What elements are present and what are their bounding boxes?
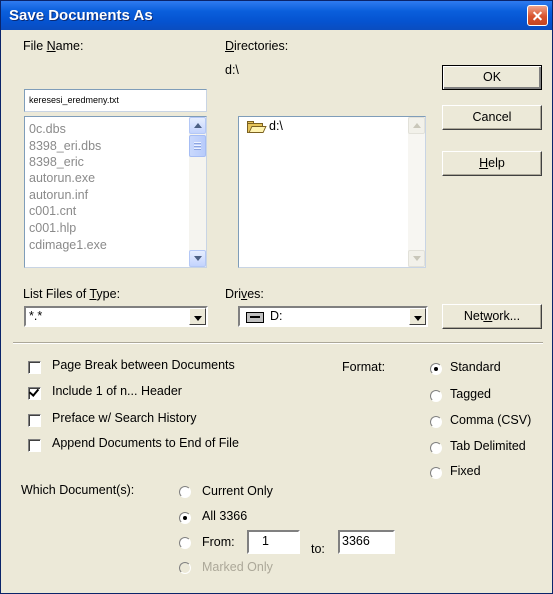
from-value: 1 [262, 534, 269, 548]
scroll-up-button[interactable] [189, 117, 206, 134]
format-tab-radio[interactable] [430, 442, 442, 454]
from-radio[interactable] [179, 537, 191, 549]
chevron-down-icon [414, 316, 422, 321]
radio-dot-icon [183, 516, 187, 520]
file-list-item[interactable]: c001.cnt [29, 204, 76, 218]
which-documents-label: Which Document(s): [21, 483, 135, 497]
directories-label: Directories: [225, 39, 289, 53]
from-input[interactable]: 1 [247, 530, 300, 554]
all-documents-label: All 3366 [202, 509, 248, 523]
directory-item-label: d:\ [269, 119, 283, 133]
scroll-down-button[interactable] [189, 250, 206, 267]
file-list-item[interactable]: autorun.inf [29, 188, 88, 202]
cancel-button[interactable]: Cancel [442, 105, 542, 130]
file-list-item[interactable]: c001.hlp [29, 221, 76, 235]
to-label: to: [311, 542, 325, 556]
format-fixed-label: Fixed [450, 464, 481, 478]
dialog-title: Save Documents As [9, 7, 153, 24]
drives-dropdown-button[interactable] [409, 308, 426, 325]
file-name-label: File Name: [23, 39, 84, 53]
append-documents-checkbox[interactable] [28, 439, 41, 452]
chevron-down-icon [413, 256, 421, 261]
file-list[interactable]: 0c.dbs 8398_eri.dbs 8398_eric autorun.ex… [24, 116, 207, 268]
drives-label: Drives: [225, 287, 264, 301]
file-name-value: keresesi_eredmeny.txt [29, 95, 119, 105]
all-documents-radio[interactable] [179, 512, 191, 524]
ok-button[interactable]: OK [442, 65, 542, 90]
to-value: 3366 [342, 534, 370, 548]
file-list-item[interactable]: 8398_eri.dbs [29, 139, 101, 153]
file-name-input[interactable]: keresesi_eredmeny.txt [24, 89, 207, 112]
save-documents-dialog: Save Documents As File Name: keresesi_er… [0, 0, 553, 594]
file-list-item[interactable]: cdimage1.exe [29, 238, 107, 252]
current-only-radio[interactable] [179, 486, 191, 498]
chevron-up-icon [194, 123, 202, 128]
file-list-item[interactable]: 0c.dbs [29, 122, 66, 136]
preface-history-checkbox[interactable] [28, 414, 41, 427]
include-header-checkbox[interactable] [28, 386, 41, 400]
radio-dot-icon [434, 367, 438, 371]
scroll-up-button[interactable] [408, 117, 425, 134]
format-tagged-radio[interactable] [430, 390, 442, 402]
file-list-item[interactable]: 8398_eric [29, 155, 84, 169]
directory-list-scrollbar[interactable] [408, 117, 425, 267]
format-label: Format: [342, 360, 386, 374]
current-directory: d:\ [225, 63, 239, 77]
directory-list[interactable]: d:\ [238, 116, 426, 268]
open-folder-icon [247, 121, 267, 133]
file-type-value: *.* [29, 309, 43, 323]
network-button[interactable]: Network... [442, 304, 542, 329]
format-csv-radio[interactable] [430, 416, 442, 428]
file-type-select[interactable]: *.* [24, 306, 208, 327]
current-only-label: Current Only [202, 484, 273, 498]
format-standard-label: Standard [450, 360, 501, 374]
grip-line [194, 142, 201, 144]
separator [13, 342, 543, 344]
from-label: From: [202, 535, 235, 549]
file-list-item[interactable]: autorun.exe [29, 171, 95, 185]
format-fixed-radio[interactable] [430, 467, 442, 479]
drives-value: D: [270, 309, 283, 323]
include-header-label: Include 1 of n... Header [52, 384, 182, 398]
file-list-scrollbar[interactable] [189, 117, 206, 267]
close-icon[interactable] [527, 5, 548, 26]
list-files-type-label: List Files of Type: [23, 287, 121, 301]
format-tab-label: Tab Delimited [450, 439, 526, 453]
file-type-dropdown-button[interactable] [189, 308, 206, 325]
drive-icon [246, 312, 264, 323]
marked-only-radio[interactable] [179, 562, 191, 574]
marked-only-label: Marked Only [202, 560, 273, 574]
scroll-down-button[interactable] [408, 250, 425, 267]
directory-item[interactable]: d:\ [239, 117, 409, 137]
format-csv-label: Comma (CSV) [450, 413, 532, 427]
title-bar[interactable]: Save Documents As [1, 1, 552, 30]
to-input[interactable]: 3366 [338, 530, 395, 554]
format-standard-radio[interactable] [430, 363, 442, 375]
page-break-label: Page Break between Documents [52, 358, 235, 372]
checkmark-icon [28, 386, 40, 397]
format-tagged-label: Tagged [450, 387, 492, 401]
grip-line [194, 148, 201, 150]
preface-history-label: Preface w/ Search History [52, 411, 197, 425]
append-documents-label: Append Documents to End of File [52, 436, 239, 450]
chevron-down-icon [194, 256, 202, 261]
page-break-checkbox[interactable] [28, 361, 41, 374]
scroll-thumb[interactable] [189, 135, 206, 157]
help-button[interactable]: Help [442, 151, 542, 176]
drives-select[interactable]: D: [238, 306, 428, 327]
chevron-down-icon [194, 316, 202, 321]
chevron-up-icon [413, 123, 421, 128]
grip-line [194, 145, 201, 147]
